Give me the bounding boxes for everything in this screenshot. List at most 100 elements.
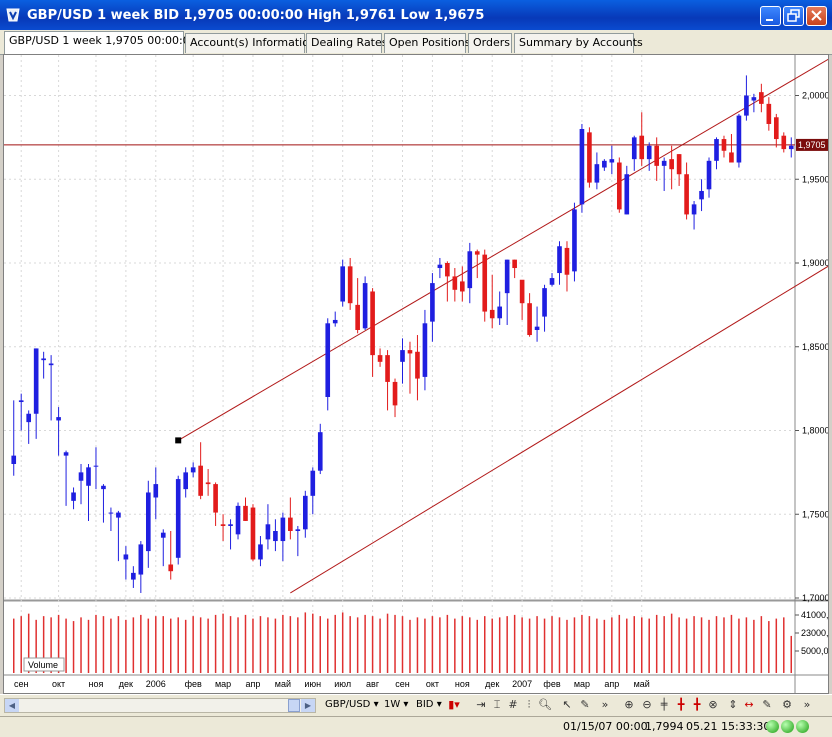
candle-body [788, 145, 794, 150]
x-tick-label: май [634, 679, 650, 689]
x-tick-label: май [275, 679, 291, 689]
x-tick-label: авг [366, 679, 380, 689]
candle-body [534, 326, 540, 330]
scroll-right-icon[interactable]: ▶ [301, 699, 315, 712]
volume-y-tick-label: 5000,0 [801, 646, 828, 656]
candle-body [699, 190, 704, 200]
candle-body [631, 137, 637, 160]
candle-body [280, 517, 286, 542]
tab-summary-by-accounts[interactable]: Summary by Accounts [514, 33, 643, 53]
candle-body [205, 482, 211, 485]
scroll-thumb[interactable] [288, 699, 300, 712]
candle-body [669, 159, 674, 170]
candle-body [594, 164, 600, 183]
status-bar: 01/15/07 00:00 1,7994 05.21 15:33:30 [0, 716, 832, 737]
chart-type-icon[interactable]: ▮▾ [447, 698, 461, 712]
tab-dealing-rates[interactable]: Dealing Rates [306, 33, 388, 53]
candle-body [527, 303, 532, 336]
horizontal-scrollbar[interactable]: ◀ ▶ [4, 698, 316, 713]
period-select[interactable]: 1W ▾ [381, 697, 411, 714]
candle-body [504, 259, 510, 294]
instrument-select[interactable]: GBP/USD ▾ [322, 697, 382, 714]
candle-body [422, 323, 428, 377]
candle-body [310, 470, 316, 496]
candle-body [123, 554, 129, 560]
candle-body [377, 355, 383, 362]
candle-body [766, 103, 772, 124]
minimize-button[interactable] [760, 6, 781, 26]
zoom-in-icon[interactable]: ⊕ [622, 698, 636, 712]
x-tick-label: дек [119, 679, 133, 689]
candle-body [706, 160, 712, 190]
tab-account-information[interactable]: Account(s) Information [185, 33, 316, 53]
candle-body [153, 484, 159, 498]
candle-body [108, 512, 114, 514]
candle-body [587, 132, 592, 183]
candle-body [624, 174, 630, 215]
candle-body [183, 472, 189, 490]
candle-body [564, 247, 570, 275]
candle-body [131, 572, 136, 580]
candle-body [459, 281, 465, 292]
scroll-both-icon[interactable]: ↔ [742, 698, 756, 712]
tab-open-positions[interactable]: Open Positions [384, 33, 470, 53]
candle-body [661, 160, 667, 166]
candle-body [400, 350, 405, 362]
crosshair-icon[interactable]: ⇥ [474, 698, 488, 712]
candle-body [71, 492, 76, 501]
tab-chart[interactable]: GBP/USD 1 week 1,9705 00:00:00 [4, 31, 197, 54]
x-tick-label: мар [574, 679, 590, 689]
arrow-icon[interactable]: ↖ [560, 698, 574, 712]
fit-icon[interactable]: ╪ [657, 698, 671, 712]
candle-body [235, 505, 241, 535]
candle-body [190, 467, 196, 473]
tab-orders[interactable]: Orders [468, 33, 512, 53]
volume-pane [4, 603, 795, 673]
candle-body [101, 485, 106, 490]
candle-body [11, 455, 17, 464]
candle-body [751, 97, 757, 101]
candle-body [160, 532, 166, 538]
scroll-left-icon[interactable]: ◀ [5, 699, 19, 712]
chart-panel[interactable]: 2,0000 1,9500 1,9000 1,8500 1,8000 1,7500 1,70… [3, 54, 829, 694]
magnet-icon[interactable]: ╋ [690, 698, 704, 712]
hash-icon[interactable]: # [506, 698, 520, 712]
candle-body [684, 174, 689, 215]
edit-icon[interactable]: ✎ [760, 698, 774, 712]
restore-button[interactable] [783, 6, 804, 26]
close-button[interactable] [806, 6, 827, 26]
candle-body [721, 139, 727, 151]
candle-body [646, 145, 652, 160]
zoom-out-icon[interactable]: ⊖ [640, 698, 654, 712]
candle-body [602, 160, 607, 168]
cursor-icon[interactable]: ⌶ [490, 698, 504, 712]
clock-icon[interactable]: ⊗ [706, 698, 720, 712]
bars-icon[interactable]: ⫶ [522, 698, 536, 712]
pencil-icon[interactable]: ✎ [578, 698, 592, 712]
x-tick-label: апр [246, 679, 261, 689]
candle-body [549, 278, 555, 285]
more-icon[interactable]: » [598, 698, 612, 712]
candle-body [557, 246, 562, 274]
zoom-icon[interactable]: 🔍︎ [538, 698, 552, 712]
candle-body [325, 323, 331, 397]
indicator-icon[interactable]: ⇕ [726, 698, 740, 712]
instrument-value: GBP/USD [325, 699, 371, 710]
chart-toolbar: ◀ ▶ GBP/USD ▾ 1W ▾ BID ▾ ▮▾ ⇥ ⌶ # ⫶ 🔍︎ ↖… [0, 694, 832, 717]
candle-body [572, 209, 577, 272]
price-pane [4, 55, 795, 598]
candle-body [654, 145, 660, 166]
settings-icon[interactable]: ⚙ [780, 698, 794, 712]
y-tick-label: 1,8000 [802, 426, 828, 436]
candle-body [437, 264, 443, 269]
volume-y-tick-label: 23000,0 [801, 628, 828, 638]
candle-body [295, 529, 301, 531]
shift-icon[interactable]: ╋ [674, 698, 688, 712]
price-chart[interactable]: 2,0000 1,9500 1,9000 1,8500 1,8000 1,7500 1,70… [4, 55, 828, 693]
toolbar-overflow-icon[interactable]: » [800, 698, 814, 712]
candle-body [497, 306, 503, 319]
candle-body [220, 524, 226, 526]
side-select[interactable]: BID ▾ [413, 697, 445, 714]
x-tick-label: сен [14, 679, 29, 689]
candle-body [78, 472, 84, 481]
